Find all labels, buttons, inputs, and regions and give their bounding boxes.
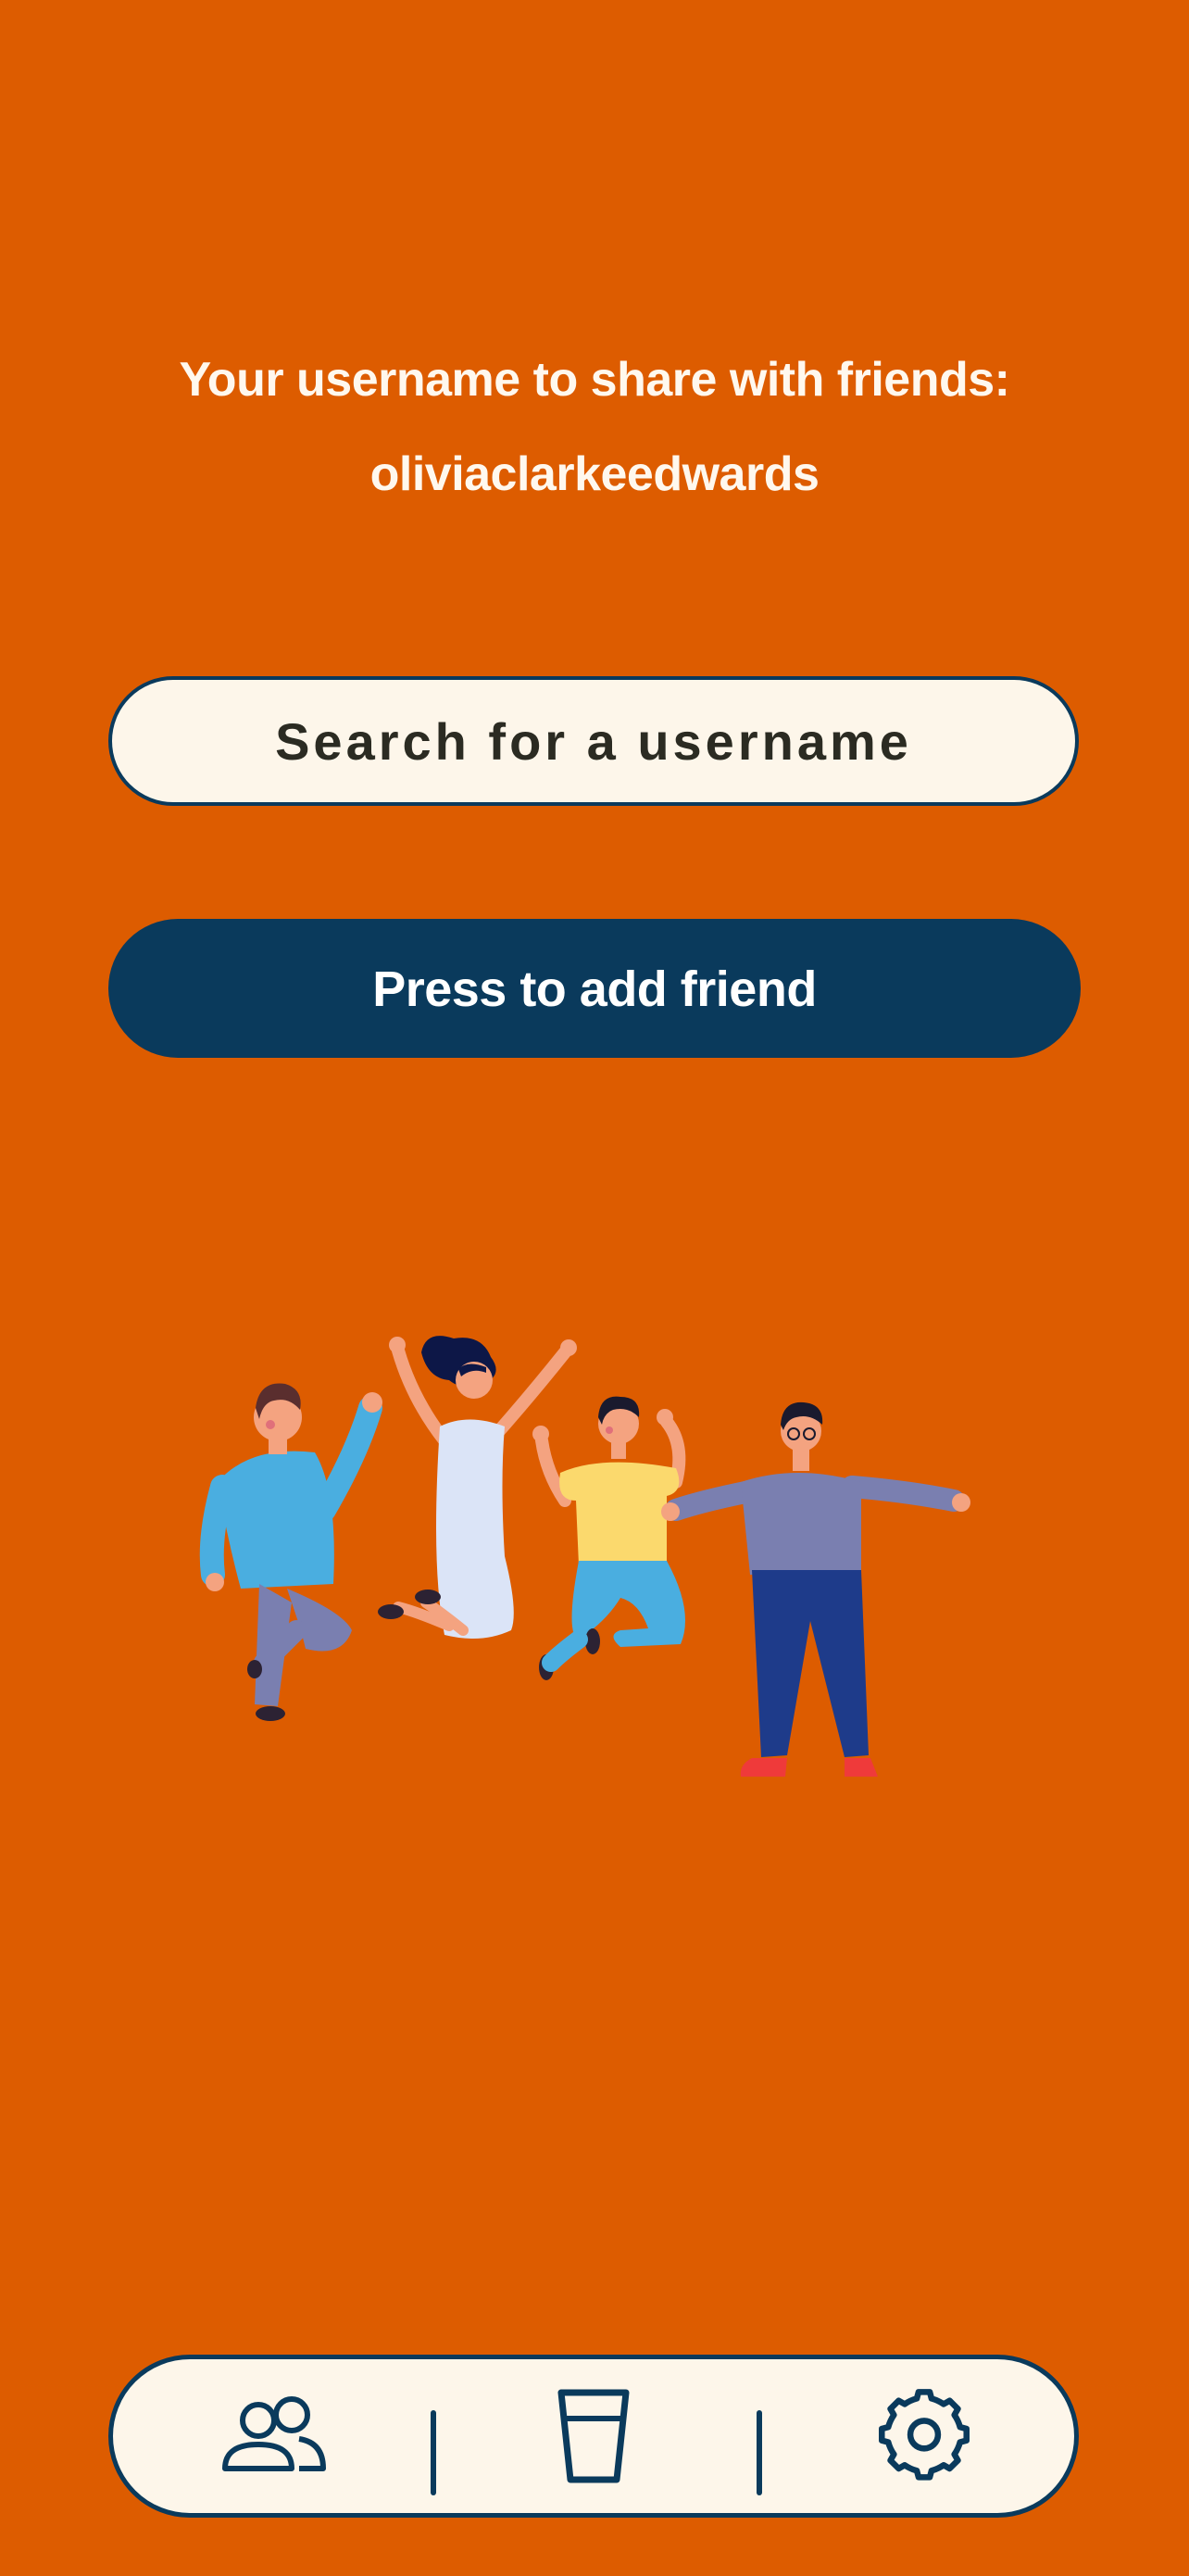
cup-icon — [557, 2389, 630, 2483]
friends-icon — [222, 2396, 326, 2471]
person-three — [532, 1396, 686, 1680]
nav-cup-button[interactable] — [501, 2359, 686, 2513]
nav-settings-button[interactable] — [832, 2359, 1017, 2513]
add-friend-button[interactable]: Press to add friend — [108, 919, 1081, 1058]
search-input[interactable] — [112, 680, 1075, 802]
nav-divider — [757, 2410, 762, 2495]
username-label: oliviaclarkeedwards — [369, 447, 820, 501]
person-one — [199, 1383, 382, 1721]
people-celebrating-illustration — [199, 1336, 970, 1777]
bottom-nav-bar — [108, 2355, 1079, 2518]
share-title: Your username to share with friends: — [179, 353, 1010, 407]
person-two — [378, 1336, 577, 1639]
nav-divider — [431, 2410, 436, 2495]
nav-friends-button[interactable] — [181, 2359, 366, 2513]
gear-icon — [879, 2389, 970, 2481]
search-field-container[interactable] — [108, 676, 1079, 806]
person-four — [661, 1401, 970, 1777]
